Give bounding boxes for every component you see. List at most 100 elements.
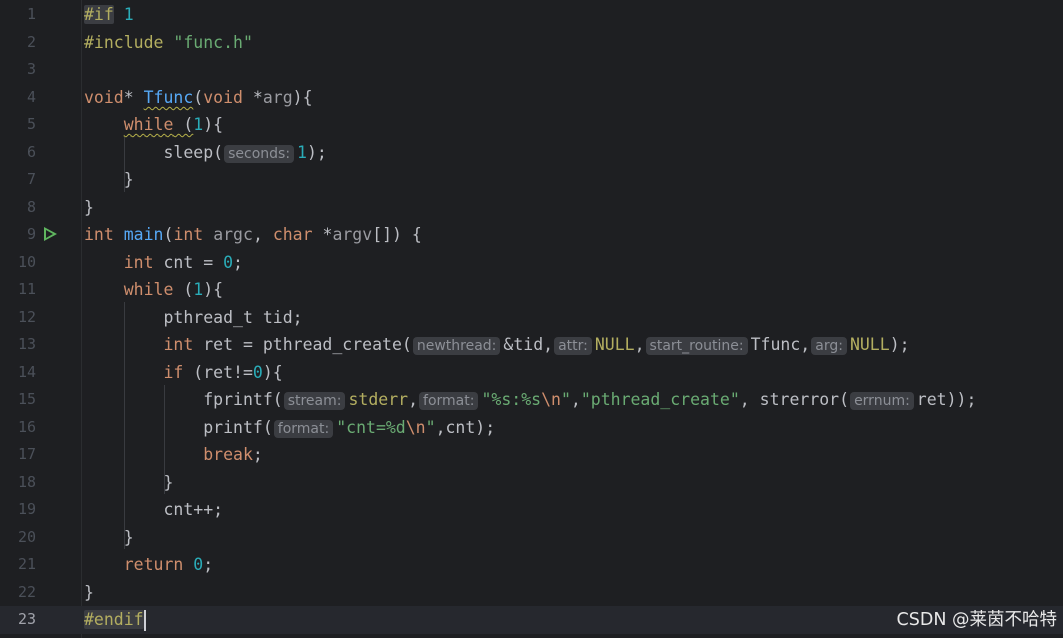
code-line[interactable]: 11 while (1){ [0,276,1063,304]
line-number: 8 [26,198,36,216]
punct: ; [233,253,243,272]
numeric-literal: 1 [193,280,204,299]
code-line[interactable]: 9 int main(int argc, char *argv[]) { [0,221,1063,249]
parameter-hint: arg: [811,337,847,355]
punct: ); [889,335,910,354]
code-line[interactable]: 15 fprintf(stream: stderr, format: "%s:%s\n… [0,386,1063,414]
type-keyword: int [173,225,204,244]
code-line[interactable]: 6 sleep(seconds: 1); [0,139,1063,167]
code-line[interactable]: 4 void* Tfunc(void *arg){ [0,84,1063,112]
function-name: Tfunc [143,88,194,107]
punct: * [242,88,263,107]
break-keyword: break [203,445,253,464]
code-line[interactable]: 7 } [0,166,1063,194]
function-name: main [123,225,164,244]
code-text: , strerror( [739,390,850,409]
code-line[interactable]: 8 } [0,194,1063,222]
parameter-hint: errnum: [850,392,914,410]
type-keyword: int [84,225,114,244]
punct: ( [193,88,204,107]
type-keyword: void [84,88,124,107]
line-number: 5 [26,115,36,133]
function-call: sleep( [163,143,224,162]
line-number: 1 [26,5,36,23]
text-cursor [143,610,146,631]
function-call: printf( [203,418,273,437]
string-literal: "%s:%s [481,390,542,409]
parameter-hint: newthread: [412,337,501,355]
run-icon[interactable] [44,227,57,241]
punct: , [408,390,419,409]
macro: NULL [849,335,890,354]
code-text: pthread_t tid; [163,308,303,327]
code-line[interactable]: 1 #if 1 [0,1,1063,29]
code-editor[interactable]: 1 #if 1 2 #include "func.h" 3 4 void* Tf… [0,0,1063,638]
watermark: CSDN @莱茵不哈特 [896,610,1057,630]
punct: , [570,390,581,409]
code-line[interactable]: 19 cnt++; [0,496,1063,524]
punct: ){ [292,88,313,107]
numeric-literal: 1 [193,115,204,134]
code-line[interactable]: 10 int cnt = 0; [0,249,1063,277]
line-number: 19 [17,500,36,518]
while-keyword: while [123,280,174,299]
numeric-literal: 1 [297,143,307,162]
code-line[interactable]: 22 } [0,579,1063,607]
punct: ; [252,445,263,464]
punct: ( [173,115,194,134]
string-literal: "func.h" [173,33,253,52]
escape-sequence: \n [541,390,561,409]
code-line[interactable]: 18 } [0,469,1063,497]
code-text: ret)); [916,390,977,409]
code-line[interactable]: 20 } [0,524,1063,552]
escape-sequence: \n [405,418,426,437]
numeric-literal: 0 [252,363,263,382]
code-line[interactable]: 5 while (1){ [0,111,1063,139]
param-name: arg [262,88,293,107]
parameter-hint: format: [273,420,334,438]
line-number: 7 [26,170,36,188]
type-keyword: int [163,335,194,354]
punct: ( [173,280,194,299]
code-line[interactable]: 13 int ret = pthread_create(newthread: &t… [0,331,1063,359]
punct: , [252,225,273,244]
code-line[interactable]: 17 break; [0,441,1063,469]
code-text: (ret!= [183,363,253,382]
parameter-hint: seconds: [224,145,295,163]
punct: * [123,88,144,107]
code-line[interactable]: 16 printf(format: "cnt=%d\n",cnt); [0,414,1063,442]
include-directive: #include [84,33,164,52]
parameter-hint: attr: [554,337,592,355]
line-number: 12 [17,308,36,326]
code-line[interactable]: 21 return 0; [0,551,1063,579]
line-number: 6 [26,143,36,161]
string-literal: "cnt=%d [336,418,406,437]
punct: ( [163,225,174,244]
code-text: cnt++; [163,500,224,519]
code-text: &tid, [503,335,554,354]
line-number: 22 [17,583,36,601]
punct [183,555,193,574]
type-keyword: char [272,225,313,244]
type-keyword: int [123,253,154,272]
code-line[interactable]: 12 pthread_t tid; [0,304,1063,332]
line-number: 4 [26,88,36,106]
brace: } [163,473,174,492]
line-number: 23 [17,610,36,628]
line-number: 17 [17,445,36,463]
string-literal: " [425,418,436,437]
punct: , [634,335,645,354]
string-literal: "pthread_create" [580,390,740,409]
parameter-hint: format: [419,392,479,410]
punct: []) { [372,225,422,244]
while-keyword: while [123,115,174,134]
code-line[interactable]: 2 #include "func.h" [0,29,1063,57]
if-keyword: if [163,363,184,382]
brace: } [84,583,94,602]
param-name: argv [332,225,373,244]
string-literal: " [560,390,571,409]
line-number: 16 [17,418,36,436]
code-line[interactable]: 14 if (ret!=0){ [0,359,1063,387]
code-line[interactable]: 3 [0,56,1063,84]
punct: * [312,225,333,244]
